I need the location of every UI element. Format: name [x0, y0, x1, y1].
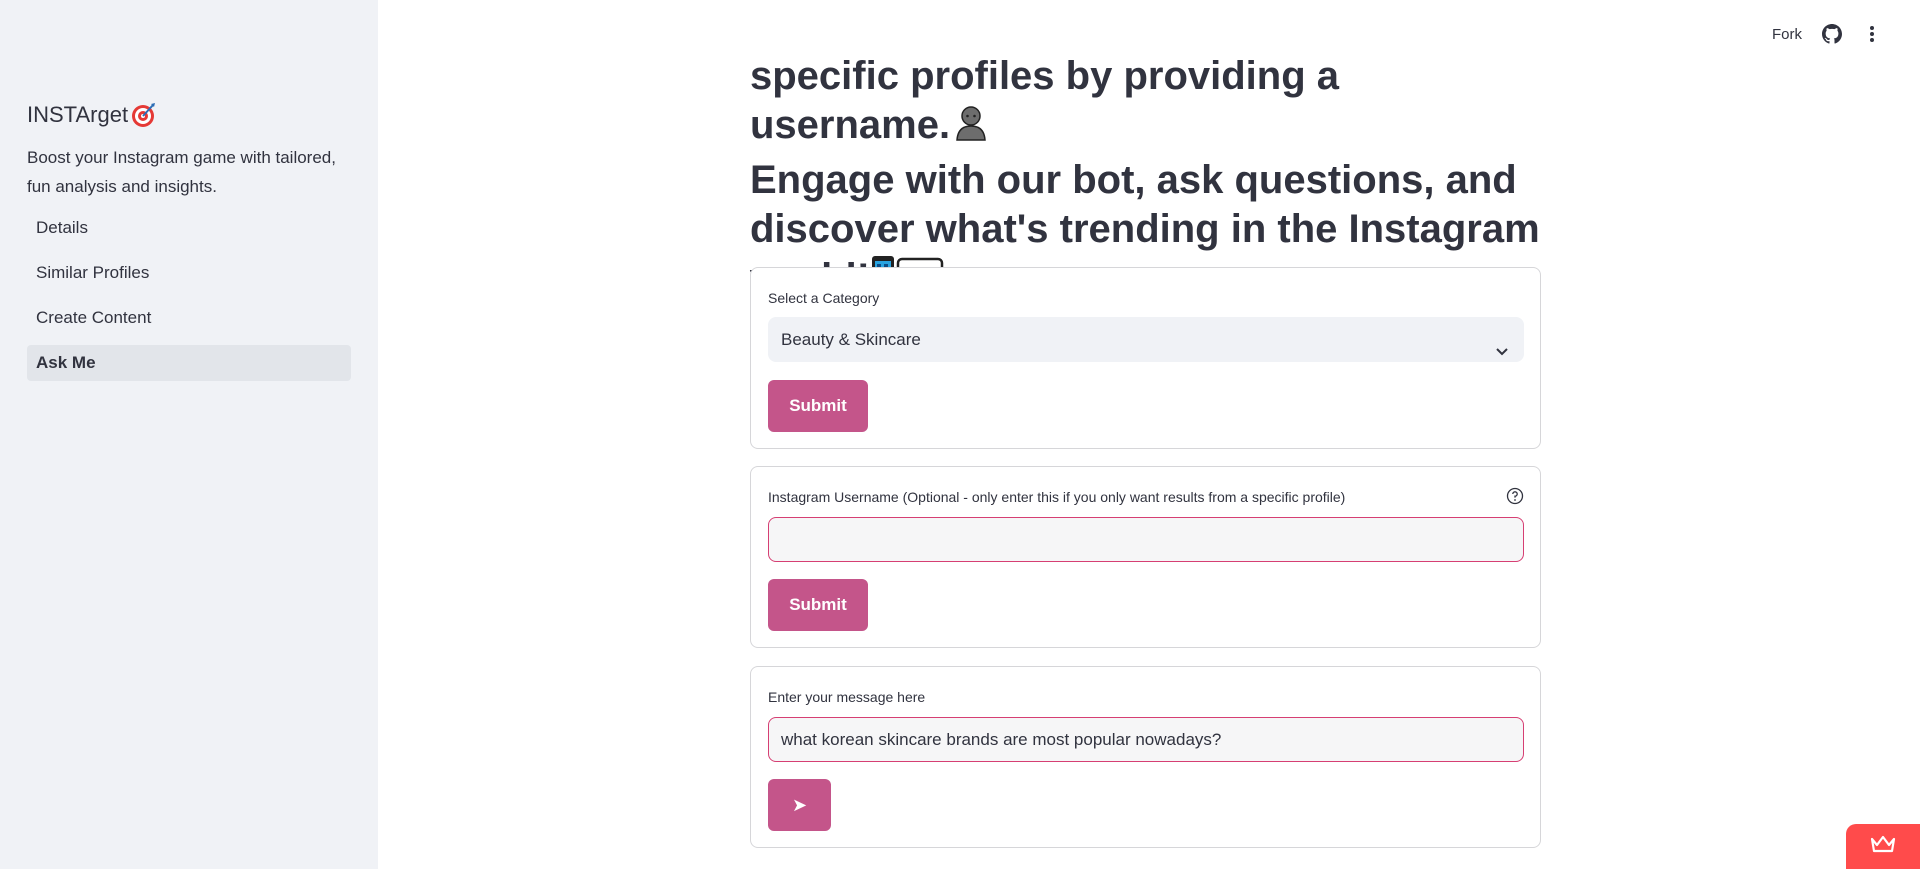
crown-icon [1870, 835, 1896, 858]
message-label: Enter your message here [768, 689, 926, 705]
brand-name: INSTArget [27, 102, 129, 127]
username-label: Instagram Username (Optional - only ente… [768, 489, 1346, 505]
message-input[interactable] [768, 717, 1524, 762]
username-input[interactable] [768, 517, 1524, 562]
username-form: Instagram Username (Optional - only ente… [750, 466, 1541, 648]
target-icon [130, 102, 156, 128]
sidebar-item-ask-me[interactable]: Ask Me [27, 345, 351, 381]
fork-button[interactable]: Fork [1772, 26, 1802, 43]
category-form: Select a Category Beauty & Skincare Subm… [750, 267, 1541, 449]
sidebar: INSTArget Boost your Instagram game with… [0, 0, 378, 869]
person-icon [950, 102, 992, 156]
category-label: Select a Category [768, 290, 880, 306]
sidebar-tagline: Boost your Instagram game with tailored,… [27, 148, 336, 196]
send-button[interactable]: ➤ [768, 779, 831, 831]
heading-line-1: specific profiles by providing a usernam… [750, 54, 1340, 147]
sidebar-nav: Details Similar Profiles Create Content … [27, 210, 351, 381]
top-actions: Fork [1772, 24, 1882, 44]
sidebar-item-details[interactable]: Details [27, 210, 351, 246]
category-selected-value: Beauty & Skincare [781, 330, 921, 349]
category-select[interactable]: Beauty & Skincare [768, 317, 1524, 362]
help-icon[interactable] [1506, 487, 1524, 505]
github-icon[interactable] [1822, 24, 1842, 44]
sidebar-item-create-content[interactable]: Create Content [27, 300, 351, 336]
username-submit-button[interactable]: Submit [768, 579, 868, 631]
heading-line-2: Engage with our bot, ask questions, and [750, 158, 1517, 202]
chevron-down-icon [1494, 331, 1510, 356]
app: INSTArget Boost your Instagram game with… [0, 0, 1920, 869]
main-content: specific profiles by providing a usernam… [750, 0, 1541, 848]
kebab-menu-icon[interactable] [1862, 24, 1882, 44]
brand: INSTArget [27, 101, 351, 129]
message-form: Enter your message here ➤ [750, 666, 1541, 848]
sidebar-item-similar-profiles[interactable]: Similar Profiles [27, 255, 351, 291]
streamlit-badge[interactable] [1846, 824, 1920, 869]
heading-line-3: discover what's trending in the Instagra… [750, 207, 1540, 251]
category-submit-button[interactable]: Submit [768, 380, 868, 432]
